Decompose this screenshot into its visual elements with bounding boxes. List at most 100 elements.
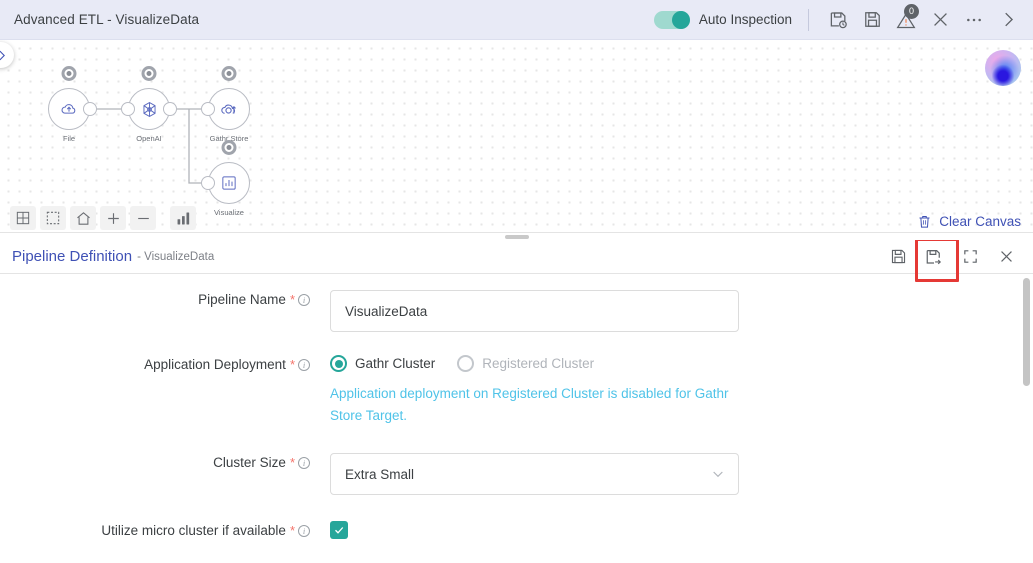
toolbar-divider (808, 9, 809, 31)
info-icon[interactable]: i (298, 525, 310, 537)
node-output-port[interactable] (163, 102, 177, 116)
label-text: Pipeline Name (198, 290, 286, 310)
warning-icon[interactable]: 0 (889, 3, 923, 37)
node-status-icon (222, 140, 237, 155)
top-bar: Advanced ETL - VisualizeData Auto Inspec… (0, 0, 1033, 40)
node-circle[interactable] (208, 162, 250, 204)
home-icon[interactable] (70, 206, 96, 230)
form-row-application-deployment: Application Deployment * i Gathr Cluster… (0, 354, 1033, 427)
pipeline-name-input[interactable]: VisualizeData (330, 290, 739, 332)
node-status-icon (222, 66, 237, 81)
zoom-out-icon[interactable] (130, 206, 156, 230)
node-input-port[interactable] (201, 102, 215, 116)
more-icon[interactable] (957, 3, 991, 37)
check-icon (333, 524, 345, 536)
radio-gathr-cluster[interactable]: Gathr Cluster (330, 355, 435, 372)
cloud-upload-icon (60, 100, 78, 118)
close-icon[interactable] (923, 3, 957, 37)
info-icon[interactable]: i (298, 294, 310, 306)
expand-panel-button[interactable] (0, 42, 14, 68)
micro-cluster-field-wrap (330, 521, 770, 539)
gathr-store-icon (220, 100, 239, 119)
chevron-down-icon (710, 466, 726, 482)
label-text: Cluster Size (213, 453, 286, 473)
cluster-size-value: Extra Small (345, 467, 710, 482)
chart-icon[interactable] (170, 206, 196, 230)
pipeline-definition-form: Pipeline Name * i VisualizeData Applicat… (0, 274, 1033, 563)
canvas-node-gathr-store[interactable]: Gathr Store (208, 88, 250, 130)
info-icon[interactable]: i (298, 457, 310, 469)
node-circle[interactable] (48, 88, 90, 130)
radio-registered-cluster: Registered Cluster (457, 355, 594, 372)
panel-title: Pipeline Definition (12, 248, 132, 265)
form-row-pipeline-name: Pipeline Name * i VisualizeData (0, 290, 1033, 332)
pipeline-name-label: Pipeline Name * i (0, 290, 330, 310)
clear-canvas-button[interactable]: Clear Canvas (917, 214, 1021, 229)
cluster-size-label: Cluster Size * i (0, 453, 330, 473)
node-status-icon (142, 66, 157, 81)
resize-grip (505, 235, 529, 239)
auto-inspection-toggle-group[interactable]: Auto Inspection (654, 11, 792, 29)
toggle-knob (672, 11, 690, 29)
pipeline-canvas[interactable]: File OpenAI Gathr Store (0, 40, 1033, 235)
application-deployment-radio-group: Gathr Cluster Registered Cluster (330, 354, 762, 372)
canvas-node-file[interactable]: File (48, 88, 90, 130)
radio-label: Gathr Cluster (355, 356, 435, 371)
next-icon[interactable] (991, 3, 1025, 37)
node-circle[interactable] (128, 88, 170, 130)
info-icon[interactable]: i (298, 359, 310, 371)
clear-canvas-label: Clear Canvas (939, 214, 1021, 229)
cluster-size-select[interactable]: Extra Small (330, 453, 739, 495)
node-label: Visualize (214, 208, 244, 217)
form-row-micro-cluster: Utilize micro cluster if available * i (0, 521, 1033, 541)
radio-dot-selected (330, 355, 347, 372)
select-area-icon[interactable] (40, 206, 66, 230)
required-marker: * (290, 521, 295, 541)
panel-resize-handle[interactable] (0, 232, 1033, 240)
panel-header-actions (885, 244, 1027, 270)
save-as-icon[interactable] (921, 244, 947, 270)
radio-label: Registered Cluster (482, 356, 594, 371)
top-bar-actions: Auto Inspection 0 (654, 0, 1033, 39)
required-marker: * (290, 290, 295, 310)
grid-layout-icon[interactable] (10, 206, 36, 230)
pipeline-name-field-wrap: VisualizeData (330, 290, 770, 332)
micro-cluster-label: Utilize micro cluster if available * i (0, 521, 330, 541)
node-input-port[interactable] (121, 102, 135, 116)
application-deployment-note: Application deployment on Registered Clu… (330, 383, 730, 427)
warning-count-badge: 0 (904, 4, 919, 19)
canvas-node-visualize[interactable]: Visualize (208, 162, 250, 204)
close-icon[interactable] (993, 244, 1019, 270)
bar-chart-icon (220, 174, 238, 192)
micro-cluster-checkbox[interactable] (330, 521, 348, 539)
node-circle[interactable] (208, 88, 250, 130)
save-icon[interactable] (855, 3, 889, 37)
node-status-icon (62, 66, 77, 81)
node-label: File (63, 134, 75, 143)
fullscreen-icon[interactable] (957, 244, 983, 270)
auto-inspection-toggle[interactable] (654, 11, 690, 29)
form-scrollbar-thumb[interactable] (1023, 278, 1030, 386)
node-input-port[interactable] (201, 176, 215, 190)
avatar[interactable] (985, 50, 1021, 86)
form-row-cluster-size: Cluster Size * i Extra Small (0, 453, 1033, 495)
pipeline-definition-panel: Pipeline Definition - VisualizeData (0, 240, 1033, 563)
label-text: Utilize micro cluster if available (101, 521, 286, 541)
panel-subtitle: - VisualizeData (137, 251, 214, 263)
cluster-size-field-wrap: Extra Small (330, 453, 770, 495)
application-deployment-label: Application Deployment * i (0, 354, 330, 375)
form-scrollbar[interactable] (1023, 278, 1030, 559)
save-version-icon[interactable] (821, 3, 855, 37)
required-marker: * (290, 355, 295, 375)
label-text: Application Deployment (144, 355, 286, 375)
openai-icon (140, 100, 159, 119)
node-output-port[interactable] (83, 102, 97, 116)
app-title: Advanced ETL - VisualizeData (14, 12, 199, 27)
auto-inspection-label: Auto Inspection (699, 12, 792, 27)
canvas-node-openai[interactable]: OpenAI (128, 88, 170, 130)
radio-dot-empty (457, 355, 474, 372)
required-marker: * (290, 453, 295, 473)
zoom-in-icon[interactable] (100, 206, 126, 230)
application-deployment-field-wrap: Gathr Cluster Registered Cluster Applica… (330, 354, 790, 427)
save-icon[interactable] (885, 244, 911, 270)
